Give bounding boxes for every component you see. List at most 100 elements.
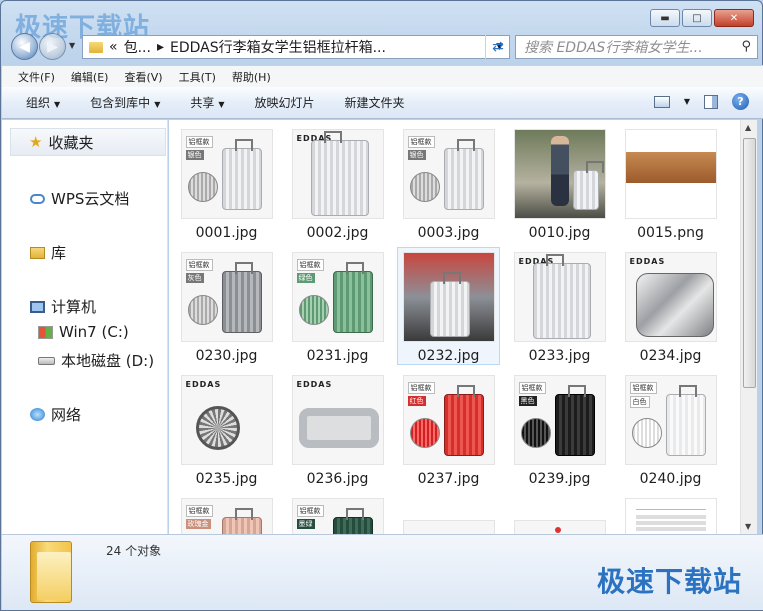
file-item[interactable] (619, 493, 722, 534)
network-icon (30, 408, 45, 421)
menu-tools[interactable]: 工具(T) (179, 69, 216, 85)
view-dropdown-icon[interactable]: ▼ (684, 97, 690, 106)
file-item[interactable]: EDDAS 0234.jpg (619, 247, 722, 365)
preview-pane-icon[interactable] (704, 94, 718, 109)
menu-file[interactable]: 文件(F) (18, 69, 55, 85)
search-input[interactable]: 搜索 EDDAS行李箱女学生... ⚲ (515, 35, 758, 59)
vertical-scrollbar[interactable]: ▲ ▼ (740, 120, 757, 534)
breadcrumb-parent[interactable]: 包... (124, 37, 151, 57)
file-item[interactable]: 铝框款 红色 0237.jpg (397, 370, 500, 488)
sidebar-item-network[interactable]: 网络 (30, 404, 81, 425)
file-name: 0010.jpg (528, 225, 591, 241)
texture-swatch (187, 295, 218, 325)
file-item[interactable] (397, 493, 500, 534)
thumbnail (624, 129, 717, 219)
thumb-tag: 铝框款 (185, 259, 213, 271)
windows-drive-icon (38, 325, 53, 339)
file-item[interactable]: 0015.png (619, 124, 722, 242)
file-item[interactable]: EDDAS 0233.jpg (508, 247, 611, 365)
file-item[interactable]: 铝框款 白色 0240.jpg (619, 370, 722, 488)
sidebar-item-label: Win7 (C:) (59, 323, 129, 341)
explorer-window: 极速下载站 ▬ □ ✕ ◀ ▶ ▼ « 包... ▸ EDDAS行李箱女学生铝框… (0, 0, 763, 611)
file-item[interactable]: 铝框款 银色 0003.jpg (397, 124, 500, 242)
file-item[interactable]: 0010.jpg (508, 124, 611, 242)
chevron-down-icon: ▼ (218, 100, 225, 109)
search-placeholder: 搜索 EDDAS行李箱女学生... (524, 40, 703, 56)
refresh-icon[interactable]: ⇄ (485, 35, 510, 59)
file-item[interactable]: 铝框款 灰色 0230.jpg (175, 247, 278, 365)
document-lines (635, 509, 706, 513)
thumbnail: EDDAS (513, 252, 606, 342)
suitcase-image (572, 161, 604, 210)
organize-button[interactable]: 组织 ▼ (26, 94, 60, 111)
file-item[interactable]: 铝框款 玫瑰金 (175, 493, 278, 534)
suitcase-image (429, 272, 470, 337)
close-button[interactable]: ✕ (714, 9, 754, 27)
sidebar-item-favorites[interactable]: ★ 收藏夹 (10, 128, 166, 156)
thumbnail: EDDAS (624, 252, 717, 342)
slideshow-button[interactable]: 放映幻灯片 (255, 94, 315, 111)
thumbnail: EDDAS (180, 375, 273, 465)
texture-swatch (631, 418, 662, 448)
address-bar[interactable]: « 包... ▸ EDDAS行李箱女学生铝框拉杆箱... ▼ (82, 35, 510, 59)
menu-bar: 文件(F) 编辑(E) 查看(V) 工具(T) 帮助(H) (2, 65, 763, 87)
include-in-library-button[interactable]: 包含到库中 ▼ (90, 94, 160, 111)
file-list: 铝框款 银色 0001.jpg EDDAS 0002.jpg 铝框款 银色 00… (169, 120, 740, 534)
suitcase-image (532, 254, 591, 339)
handle-image (298, 408, 379, 448)
thumb-tag: 铝框款 (185, 505, 213, 517)
file-item[interactable]: 铝框款 银色 0001.jpg (175, 124, 278, 242)
thumb-tag: 铝框款 (407, 136, 435, 148)
caption-buttons: ▬ □ ✕ (650, 9, 754, 27)
breadcrumb-separator[interactable]: ▸ (157, 39, 164, 55)
sidebar-item-drive-c[interactable]: Win7 (C:) (38, 323, 129, 341)
breadcrumb-overflow[interactable]: « (109, 39, 118, 55)
file-item[interactable]: 铝框款 黑色 0239.jpg (508, 370, 611, 488)
scroll-up-icon[interactable]: ▲ (745, 123, 751, 132)
thumb-tag: 绿色 (296, 273, 315, 283)
back-button[interactable]: ◀ (11, 33, 38, 60)
thumbnail: 铝框款 红色 (402, 375, 495, 465)
sidebar-item-libraries[interactable]: 库 (30, 242, 66, 263)
thumb-tag: 红色 (407, 396, 426, 406)
sidebar-item-label: 网络 (51, 406, 82, 424)
menu-edit[interactable]: 编辑(E) (71, 69, 109, 85)
sidebar-item-computer[interactable]: 计算机 (30, 296, 96, 317)
sidebar-item-drive-d[interactable]: 本地磁盘 (D:) (38, 350, 154, 371)
maximize-button[interactable]: □ (682, 9, 712, 27)
file-item-selected[interactable]: 0232.jpg (397, 247, 500, 365)
suitcase-image (332, 262, 373, 333)
share-label: 共享 (190, 96, 215, 110)
search-icon[interactable]: ⚲ (741, 39, 751, 54)
scroll-thumb[interactable] (743, 138, 756, 388)
texture-swatch (520, 418, 551, 448)
breadcrumb-current[interactable]: EDDAS行李箱女学生铝框拉杆箱... (170, 37, 386, 57)
help-icon[interactable]: ? (732, 93, 749, 110)
file-name: 0230.jpg (195, 348, 258, 364)
file-item[interactable]: EDDAS 0002.jpg (286, 124, 389, 242)
file-item[interactable]: EDDAS 0236.jpg (286, 370, 389, 488)
file-item[interactable] (508, 493, 611, 534)
recent-pages-dropdown[interactable]: ▼ (69, 41, 75, 50)
thumbnail: 铝框款 白色 (624, 375, 717, 465)
file-item[interactable]: 铝框款 墨绿 (286, 493, 389, 534)
thumb-tag: 银色 (407, 150, 426, 160)
scroll-down-icon[interactable]: ▼ (745, 522, 751, 531)
sidebar-item-label: 本地磁盘 (D:) (61, 352, 155, 370)
menu-view[interactable]: 查看(V) (124, 69, 162, 85)
share-button[interactable]: 共享 ▼ (190, 94, 224, 111)
sidebar-item-label: 计算机 (51, 298, 97, 316)
file-item[interactable]: 铝框款 绿色 0231.jpg (286, 247, 389, 365)
thumb-tag: 铝框款 (629, 382, 657, 394)
minimize-button[interactable]: ▬ (650, 9, 680, 27)
file-item[interactable]: EDDAS 0235.jpg (175, 370, 278, 488)
sidebar-item-wps-cloud[interactable]: WPS云文档 (30, 188, 129, 209)
texture-swatch (409, 172, 440, 202)
corner-closeup-image (635, 273, 714, 337)
sidebar-item-label: 收藏夹 (48, 133, 94, 152)
change-view-icon[interactable] (653, 95, 670, 108)
new-folder-button[interactable]: 新建文件夹 (345, 94, 405, 111)
forward-button[interactable]: ▶ (39, 33, 66, 60)
menu-help[interactable]: 帮助(H) (232, 69, 271, 85)
navigation-bar: ◀ ▶ ▼ « 包... ▸ EDDAS行李箱女学生铝框拉杆箱... ▼ ⇄ 搜… (9, 33, 758, 61)
